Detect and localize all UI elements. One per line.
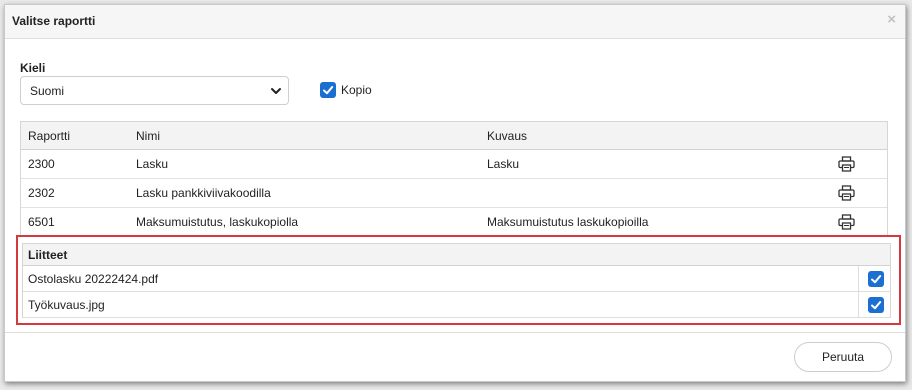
table-row[interactable]: 2302 Lasku pankkiviivakoodilla	[21, 179, 887, 208]
attachments-table: Liitteet Ostolasku 20222424.pdf Työkuvau…	[22, 243, 891, 318]
dialog-header: Valitse raportti ×	[5, 5, 905, 39]
dialog-footer-divider	[5, 332, 905, 333]
attachment-row[interactable]: Työkuvaus.jpg	[23, 292, 890, 318]
checkmark-icon	[323, 86, 334, 95]
column-header-name: Nimi	[136, 129, 160, 143]
report-name: Lasku	[136, 157, 169, 171]
printer-icon[interactable]	[838, 185, 855, 201]
attachment-name: Työkuvaus.jpg	[28, 298, 105, 312]
dialog-title: Valitse raportti	[12, 14, 96, 28]
report-name: Maksumuistutus, laskukopiolla	[136, 215, 299, 229]
report-code: 2302	[28, 186, 55, 200]
report-description: Lasku	[487, 157, 520, 171]
report-name: Lasku pankkiviivakoodilla	[136, 186, 271, 200]
table-row[interactable]: 6501 Maksumuistutus, laskukopiolla Maksu…	[21, 208, 887, 237]
report-dialog: Valitse raportti × Kieli Suomi Kopio Rap…	[4, 4, 906, 382]
report-table-header: Raportti Nimi Kuvaus	[21, 122, 887, 150]
copy-label[interactable]: Kopio	[341, 83, 372, 97]
checkmark-icon	[871, 275, 882, 284]
language-select[interactable]: Suomi	[20, 76, 289, 105]
checkmark-icon	[871, 301, 882, 310]
copy-checkbox[interactable]	[320, 82, 336, 98]
report-table: Raportti Nimi Kuvaus 2300 Lasku Lasku 23…	[20, 121, 888, 237]
column-header-description: Kuvaus	[487, 129, 528, 143]
attachments-highlight: Liitteet Ostolasku 20222424.pdf Työkuvau…	[16, 235, 901, 325]
report-code: 6501	[28, 215, 55, 229]
language-select-value: Suomi	[30, 84, 65, 98]
attachments-title: Liitteet	[28, 248, 68, 262]
report-code: 2300	[28, 157, 55, 171]
attachment-row[interactable]: Ostolasku 20222424.pdf	[23, 266, 890, 292]
close-icon[interactable]: ×	[887, 11, 896, 28]
language-label: Kieli	[20, 61, 46, 75]
table-row[interactable]: 2300 Lasku Lasku	[21, 150, 887, 179]
column-header-code: Raportti	[28, 129, 71, 143]
printer-icon[interactable]	[838, 156, 855, 172]
column-divider	[858, 292, 859, 317]
attachment-name: Ostolasku 20222424.pdf	[28, 272, 159, 286]
printer-icon[interactable]	[838, 214, 855, 230]
attachment-checkbox[interactable]	[868, 271, 884, 287]
attachments-header: Liitteet	[23, 244, 890, 266]
attachment-checkbox[interactable]	[868, 297, 884, 313]
report-description: Maksumuistutus laskukopioilla	[487, 215, 649, 229]
chevron-down-icon	[271, 88, 281, 94]
column-divider	[858, 266, 859, 291]
cancel-button[interactable]: Peruuta	[794, 342, 892, 372]
